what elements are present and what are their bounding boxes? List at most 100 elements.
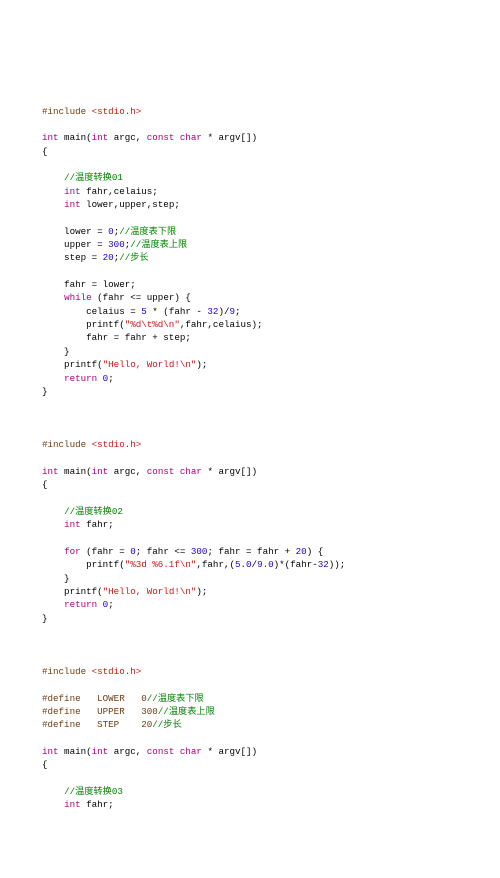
string-token: "%d\t%d\n": [125, 319, 180, 330]
code-text: fahr;: [81, 799, 114, 810]
type-token: const: [147, 466, 175, 477]
code-line: [42, 398, 458, 411]
code-text: ;: [235, 306, 241, 317]
code-text: }: [42, 386, 48, 397]
code-text: [42, 186, 64, 197]
code-text: main(: [59, 746, 92, 757]
code-text: fahr,celaius;: [81, 186, 158, 197]
code-text: [42, 373, 64, 384]
num-token: 20: [296, 546, 307, 557]
code-text: fahr;: [81, 519, 114, 530]
code-text: argc,: [108, 132, 147, 143]
code-line: //温度转换01: [42, 171, 458, 184]
preproc-token: #define LOWER 0: [42, 693, 147, 704]
preproc-token: #include: [42, 106, 92, 117]
type-token: while: [64, 292, 92, 303]
code-text: [42, 292, 64, 303]
code-text: * (fahr -: [147, 306, 208, 317]
code-line: printf("%3d %6.1f\n",fahr,(5.0/9.0)*(fah…: [42, 558, 458, 571]
code-text: );: [196, 359, 207, 370]
preproc-token: #include: [42, 666, 92, 677]
comment-token: //温度转换03: [64, 786, 123, 797]
code-line: int main(int argc, const char * argv[]): [42, 131, 458, 144]
comment-token: //步长: [152, 719, 181, 730]
code-line: [42, 652, 458, 665]
code-text: step =: [42, 252, 103, 263]
preproc-token: #define STEP 20: [42, 719, 152, 730]
code-line: #include <stdio.h>: [42, 665, 458, 678]
code-line: lower = 0;//温度表下限: [42, 225, 458, 238]
code-line: upper = 300;//温度表上限: [42, 238, 458, 251]
code-text: [42, 599, 64, 610]
comment-token: //温度表上限: [130, 239, 187, 250]
code-line: [42, 452, 458, 465]
code-text: * argv[]): [202, 746, 257, 757]
type-token: return: [64, 373, 97, 384]
code-text: {: [42, 759, 48, 770]
code-line: return 0;: [42, 372, 458, 385]
type-token: int: [42, 746, 59, 757]
code-text: fahr = lower;: [42, 279, 136, 290]
code-text: ;: [108, 599, 114, 610]
type-token: int: [42, 132, 59, 143]
code-line: #include <stdio.h>: [42, 105, 458, 118]
code-text: ; fahr <=: [136, 546, 191, 557]
code-line: [42, 638, 458, 651]
comment-token: //温度表下限: [119, 226, 176, 237]
code-line: {: [42, 145, 458, 158]
type-token: int: [92, 746, 109, 757]
code-text: )*(fahr-: [274, 559, 318, 570]
code-line: [42, 211, 458, 224]
code-line: {: [42, 758, 458, 771]
code-block: #include <stdio.h>int main(int argc, con…: [42, 91, 458, 811]
num-token: 32: [207, 306, 218, 317]
code-line: //温度转换03: [42, 785, 458, 798]
code-line: [42, 91, 458, 104]
code-text: ,fahr,(: [196, 559, 235, 570]
code-line: [42, 158, 458, 171]
code-line: [42, 265, 458, 278]
code-text: lower =: [42, 226, 108, 237]
type-token: int: [64, 519, 81, 530]
code-line: for (fahr = 0; fahr <= 300; fahr = fahr …: [42, 545, 458, 558]
code-line: #define LOWER 0//温度表下限: [42, 692, 458, 705]
code-text: [42, 799, 64, 810]
code-text: printf(: [42, 359, 103, 370]
code-line: #include <stdio.h>: [42, 438, 458, 451]
comment-token: //步长: [119, 252, 148, 263]
code-text: upper =: [42, 239, 108, 250]
code-text: argc,: [108, 466, 147, 477]
num-token: 9.0: [257, 559, 274, 570]
code-line: }: [42, 572, 458, 585]
code-line: int fahr;: [42, 518, 458, 531]
string-token: "%3d %6.1f\n": [125, 559, 197, 570]
type-token: const: [147, 746, 175, 757]
code-line: int lower,upper,step;: [42, 198, 458, 211]
code-line: fahr = fahr + step;: [42, 331, 458, 344]
code-text: fahr = fahr + step;: [42, 332, 191, 343]
code-text: argc,: [108, 746, 147, 757]
code-text: {: [42, 479, 48, 490]
code-text: * argv[]): [202, 466, 257, 477]
code-text: lower,upper,step;: [81, 199, 180, 210]
string-token: "Hello, World!\n": [103, 359, 197, 370]
code-line: }: [42, 345, 458, 358]
code-line: #define STEP 20//步长: [42, 718, 458, 731]
code-line: printf("Hello, World!\n");: [42, 585, 458, 598]
code-line: while (fahr <= upper) {: [42, 291, 458, 304]
code-line: int fahr;: [42, 798, 458, 811]
type-token: const: [147, 132, 175, 143]
code-text: main(: [59, 466, 92, 477]
comment-token: //温度表下限: [147, 693, 204, 704]
type-token: int: [64, 186, 81, 197]
code-line: //温度转换02: [42, 505, 458, 518]
string-token: <stdio.h>: [92, 666, 142, 677]
comment-token: //温度转换01: [64, 172, 123, 183]
string-token: <stdio.h>: [92, 106, 142, 117]
code-text: celaius =: [42, 306, 141, 317]
code-line: {: [42, 478, 458, 491]
code-line: [42, 772, 458, 785]
code-text: }: [42, 573, 70, 584]
code-line: return 0;: [42, 598, 458, 611]
code-text: [42, 519, 64, 530]
